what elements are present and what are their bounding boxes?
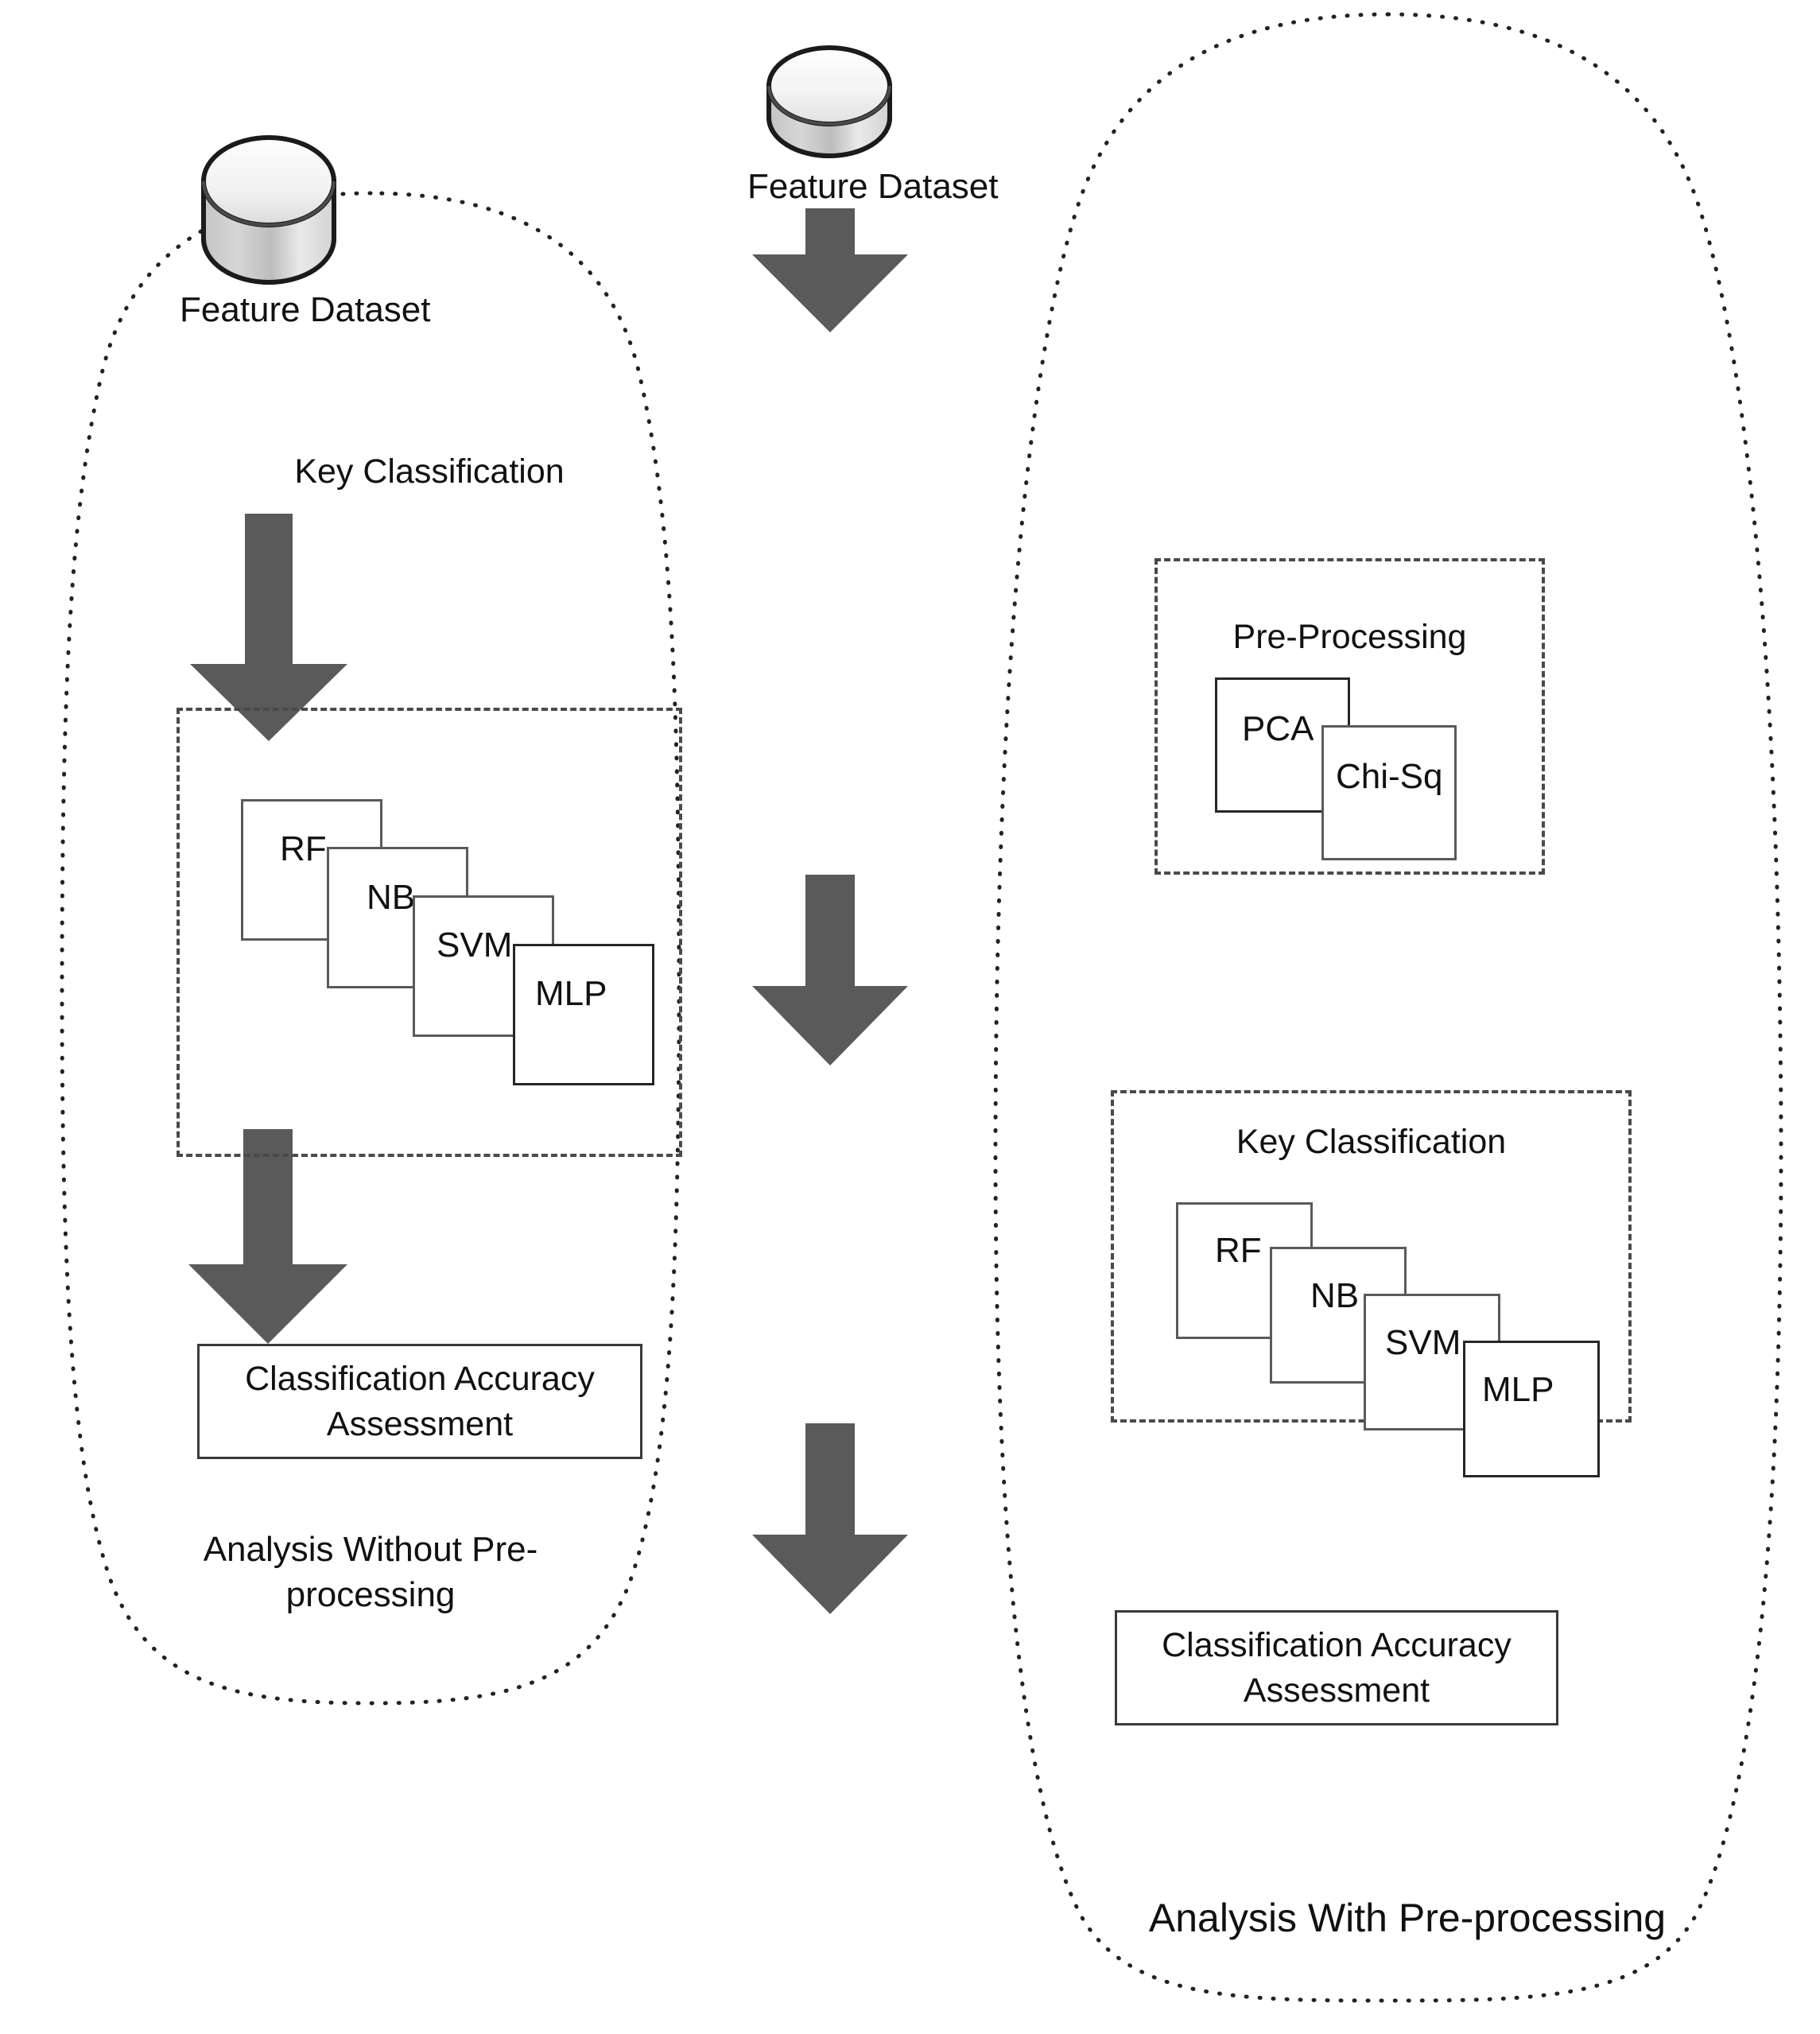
- preprocess-label-chisq: Chi-Sq: [1336, 757, 1443, 796]
- output-box-left[interactable]: Classification Accuracy Assessment: [197, 1344, 642, 1459]
- group-title-key-classification-right: Key Classification: [1236, 1123, 1507, 1161]
- classifier-label-mlp-left: MLP: [535, 974, 607, 1013]
- panel-caption-left-line2: processing: [285, 1575, 456, 1615]
- classifier-card-mlp-left[interactable]: [513, 944, 654, 1085]
- classifier-label-nb-left: NB: [367, 878, 416, 917]
- database-cylinder-icon-left: [201, 135, 336, 285]
- arrow-classification-to-output-left: [188, 1129, 347, 1344]
- classifier-label-rf-left: RF: [280, 829, 327, 868]
- classifier-label-rf-right: RF: [1215, 1231, 1262, 1270]
- output-line2-left: Assessment: [326, 1404, 514, 1443]
- classifier-label-nb-right: NB: [1310, 1276, 1360, 1315]
- classifier-card-mlp-right[interactable]: [1463, 1341, 1600, 1477]
- panel-caption-left: Analysis Without Pre- processing: [132, 1527, 609, 1617]
- panel-caption-left-line1: Analysis Without Pre-: [203, 1530, 538, 1569]
- output-box-right[interactable]: Classification Accuracy Assessment: [1115, 1610, 1558, 1725]
- group-title-pre-processing: Pre-Processing: [1232, 618, 1467, 656]
- output-line1-right: Classification Accuracy: [1162, 1625, 1511, 1664]
- output-line1-left: Classification Accuracy: [245, 1359, 595, 1398]
- classifier-label-svm-left: SVM: [437, 926, 513, 965]
- diagram-canvas: Feature Dataset Key Classification RF NB…: [0, 0, 1820, 2034]
- output-line2-right: Assessment: [1243, 1671, 1430, 1710]
- arrow-classification-to-output-right: [752, 1423, 908, 1614]
- arrow-dataset-to-preprocessing: [752, 208, 908, 332]
- group-title-key-classification-left: Key Classification: [294, 452, 565, 491]
- panel-caption-right: Analysis With Pre-processing: [1148, 1896, 1667, 1940]
- dataset-label-right: Feature Dataset: [747, 167, 999, 206]
- database-cylinder-icon-right: [766, 45, 892, 158]
- dataset-label-left: Feature Dataset: [180, 290, 431, 329]
- classifier-label-mlp-right: MLP: [1482, 1370, 1554, 1409]
- arrow-preprocessing-to-classification: [752, 875, 908, 1066]
- classifier-label-svm-right: SVM: [1385, 1323, 1461, 1362]
- preprocess-label-pca: PCA: [1242, 709, 1314, 748]
